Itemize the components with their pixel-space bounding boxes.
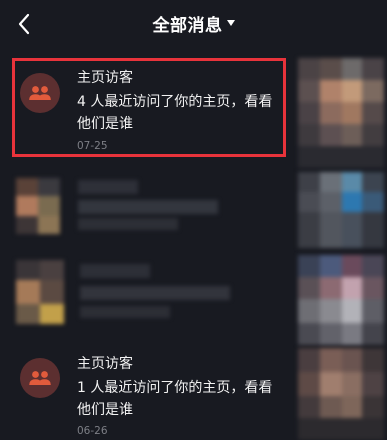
blurred-avatar: [16, 260, 64, 324]
caret-down-icon: [226, 19, 235, 26]
message-time: 06-26: [77, 425, 108, 437]
blurred-message-item[interactable]: [0, 170, 296, 250]
users-icon: [29, 371, 51, 385]
blurred-thumbnail[interactable]: [298, 58, 384, 168]
page-title: 全部消息: [152, 16, 223, 36]
message-body: 1 人最近访问了你的主页，看看他们是谁: [77, 380, 273, 418]
visitors-avatar: [20, 358, 60, 398]
blurred-thumbnail[interactable]: [298, 348, 384, 440]
blurred-avatar: [16, 178, 60, 234]
blurred-thumbnail[interactable]: [298, 255, 384, 345]
top-bar: 全部消息: [0, 0, 387, 48]
blurred-thumbnail[interactable]: [298, 172, 384, 248]
highlight-box: [12, 58, 286, 157]
message-title: 主页访客: [77, 356, 133, 372]
blurred-message-item[interactable]: [0, 252, 296, 342]
filter-dropdown[interactable]: 全部消息: [0, 11, 387, 37]
blurred-text: [80, 264, 230, 318]
blurred-text: [78, 180, 218, 230]
